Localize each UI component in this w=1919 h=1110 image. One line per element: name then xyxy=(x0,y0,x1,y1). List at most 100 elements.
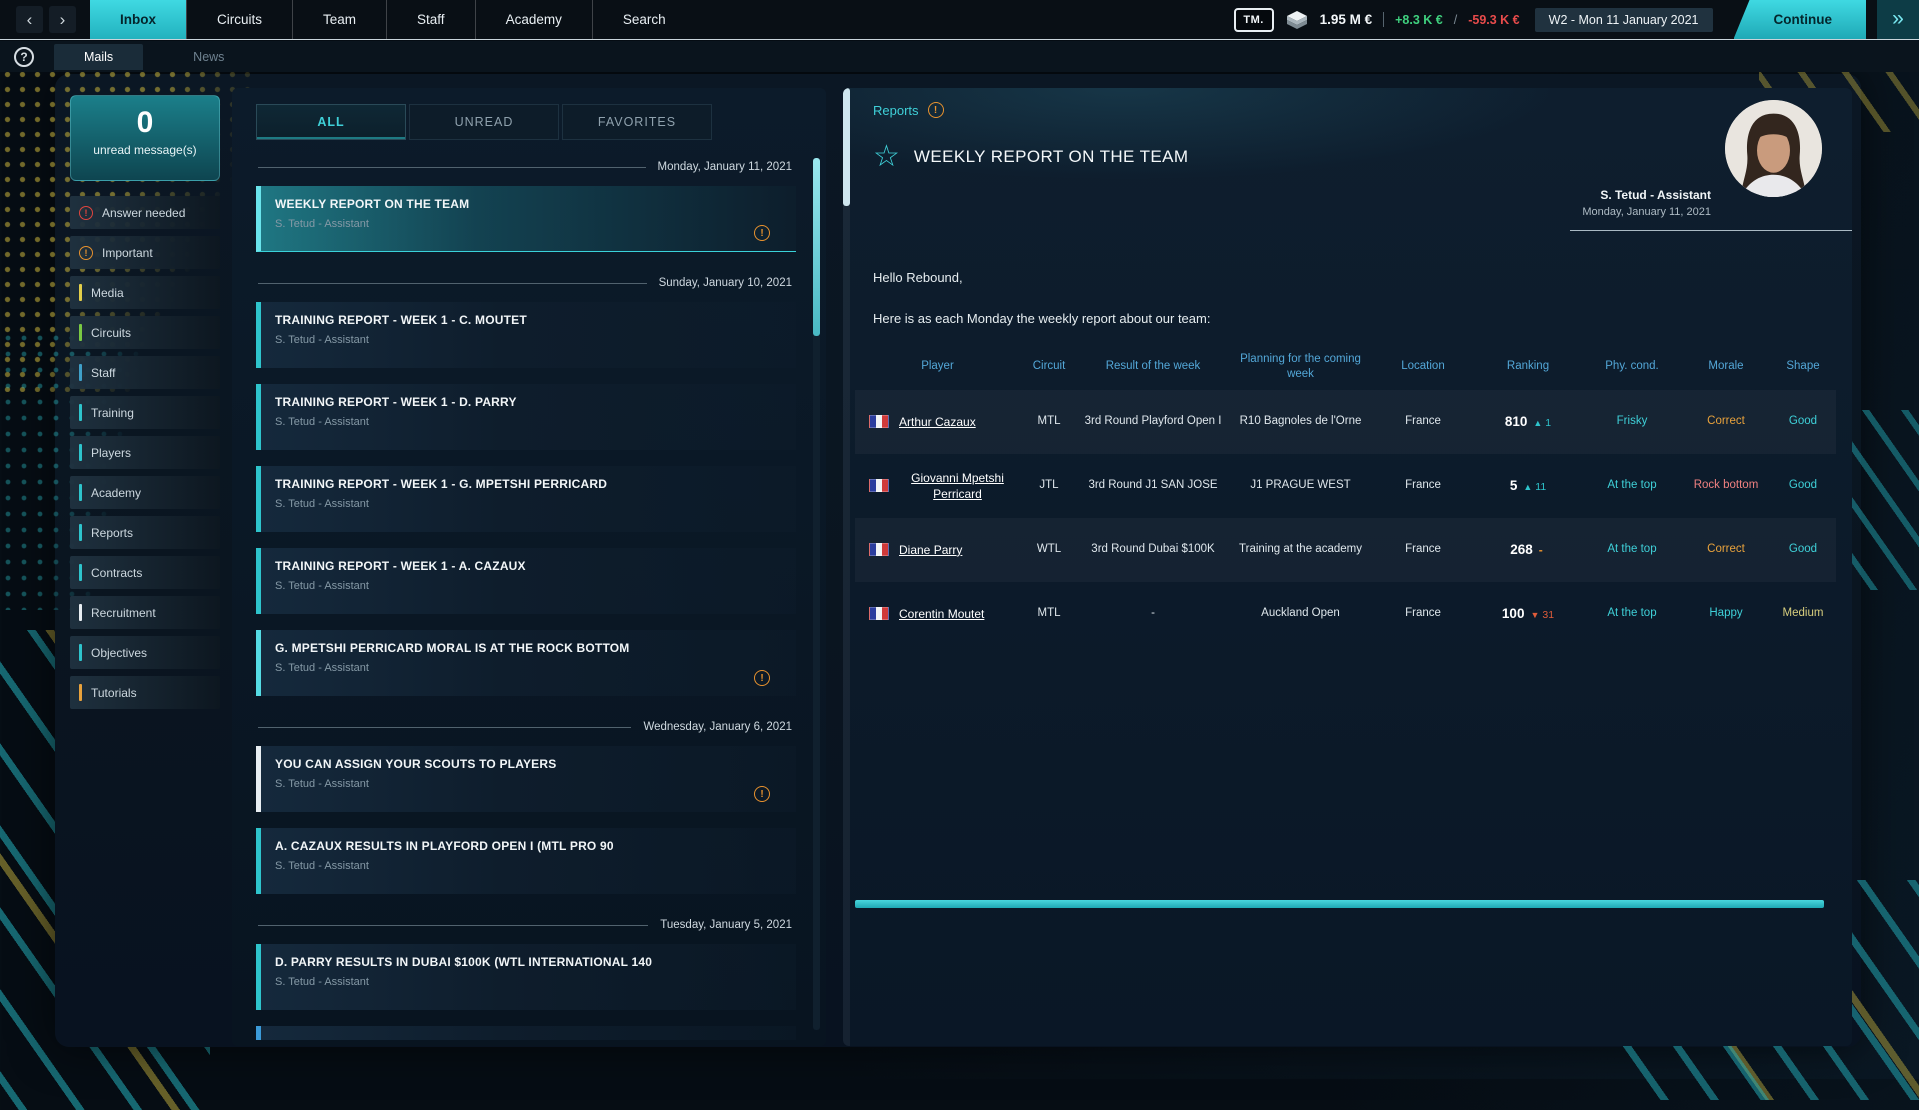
filter-academy[interactable]: Academy xyxy=(70,476,220,509)
team-report-table: Player Circuit Result of the week Planni… xyxy=(855,352,1836,646)
report-category-label: Reports xyxy=(873,103,919,118)
circuit-cell: JTL xyxy=(1020,472,1078,500)
category-color-bar xyxy=(79,644,82,661)
category-color-bar xyxy=(79,484,82,501)
filter-recruitment[interactable]: Recruitment xyxy=(70,596,220,629)
filter-circuits[interactable]: Circuits xyxy=(70,316,220,349)
report-greeting: Hello Rebound, xyxy=(873,270,1836,285)
category-color-bar xyxy=(79,564,82,581)
separator-line xyxy=(258,283,647,284)
tab-news[interactable]: News xyxy=(163,44,254,70)
planning-cell: R10 Bagnoles de l'Orne xyxy=(1228,408,1373,436)
tab-mails[interactable]: Mails xyxy=(54,44,143,70)
filter-reports[interactable]: Reports xyxy=(70,516,220,549)
mail-title: D. PARRY RESULTS IN DUBAI $100K (WTL INT… xyxy=(275,955,752,969)
mail-sender: S. Tetud - Assistant xyxy=(275,218,752,230)
mail-sender: S. Tetud - Assistant xyxy=(275,860,752,872)
france-flag-icon xyxy=(869,543,889,556)
ranking-change: 11 xyxy=(1535,481,1546,493)
separator-line xyxy=(258,167,646,168)
mail-list-scrollbar[interactable] xyxy=(813,158,820,1030)
player-cell: Arthur Cazaux xyxy=(855,408,1020,436)
mail-item[interactable]: A. CAZAUX RESULTS IN PLAYFORD OPEN I (MT… xyxy=(256,828,796,894)
mail-item[interactable]: G. MPETSHI PERRICARD MORAL IS AT THE ROC… xyxy=(256,630,796,696)
player-link[interactable]: Corentin Moutet xyxy=(899,606,984,622)
rank-steady-icon xyxy=(1539,546,1543,556)
filter-players[interactable]: Players xyxy=(70,436,220,469)
france-flag-icon xyxy=(869,607,889,620)
category-color-bar xyxy=(79,524,82,541)
player-link[interactable]: Giovanni Mpetshi Perricard xyxy=(899,470,1016,502)
filter-tutorials[interactable]: Tutorials xyxy=(70,676,220,709)
date-separator: Tuesday, January 5, 2021 xyxy=(258,914,792,936)
mail-item[interactable]: TRAINING REPORT - WEEK 1 - G. MPETSHI PE… xyxy=(256,466,796,532)
rank-up-icon xyxy=(1523,482,1532,492)
planning-cell: Auckland Open xyxy=(1228,600,1373,628)
circuit-cell: MTL xyxy=(1020,600,1078,628)
mail-sender: S. Tetud - Assistant xyxy=(275,498,752,510)
continue-button[interactable]: Continue xyxy=(1734,0,1867,39)
alert-icon xyxy=(79,246,93,260)
mail-list-panel: ALL UNREAD FAVORITES Monday, January 11,… xyxy=(232,88,826,1046)
weekly-expense: -59.3 K € xyxy=(1468,13,1519,27)
filter-important[interactable]: Important xyxy=(70,236,220,269)
mail-category-list: Answer needed Important Media Circuits S… xyxy=(70,196,220,716)
mail-item[interactable]: TRAINING REPORT - WEEK 1 - C. MOUTET S. … xyxy=(256,302,796,368)
mail-item[interactable]: WEEKLY REPORT ON THE TEAM S. Tetud - Ass… xyxy=(256,186,796,252)
report-body: Hello Rebound, Here is as each Monday th… xyxy=(843,238,1852,1046)
horizontal-scrollbar[interactable] xyxy=(855,900,1824,908)
game-logo: TM. xyxy=(1234,8,1274,32)
mail-sender: S. Tetud - Assistant xyxy=(275,976,752,988)
shape-cell: Medium xyxy=(1771,600,1835,628)
game-date: W2 - Mon 11 January 2021 xyxy=(1535,8,1713,32)
group-date: Wednesday, January 6, 2021 xyxy=(643,721,792,733)
forward-arrow-icon[interactable] xyxy=(49,6,76,33)
nav-tab-circuits[interactable]: Circuits xyxy=(186,0,292,39)
mail-list-tabs: ALL UNREAD FAVORITES xyxy=(256,104,806,140)
player-cell: Diane Parry xyxy=(855,536,1020,564)
column-header: Result of the week xyxy=(1078,359,1228,374)
scrollbar-thumb[interactable] xyxy=(813,158,820,336)
morale-cell: Happy xyxy=(1681,600,1771,628)
sender-avatar xyxy=(1725,100,1822,197)
filter-answer-needed[interactable]: Answer needed xyxy=(70,196,220,229)
player-link[interactable]: Diane Parry xyxy=(899,542,962,558)
nav-tab-inbox[interactable]: Inbox xyxy=(90,0,186,39)
filter-staff[interactable]: Staff xyxy=(70,356,220,389)
mail-item[interactable]: YOU CAN ASSIGN YOUR SCOUTS TO PLAYERS S.… xyxy=(256,746,796,812)
mail-title: TRAINING REPORT - WEEK 1 - G. MPETSHI PE… xyxy=(275,477,752,491)
mail-item[interactable]: TRAINING REPORT - WEEK 1 - D. PARRY S. T… xyxy=(256,384,796,450)
mail-tab-favorites[interactable]: FAVORITES xyxy=(562,104,712,140)
filter-contracts[interactable]: Contracts xyxy=(70,556,220,589)
mail-title: TRAINING REPORT - WEEK 1 - A. CAZAUX xyxy=(275,559,752,573)
filter-objectives[interactable]: Objectives xyxy=(70,636,220,669)
player-cell: Giovanni Mpetshi Perricard xyxy=(855,464,1020,508)
filter-training[interactable]: Training xyxy=(70,396,220,429)
nav-tab-team[interactable]: Team xyxy=(292,0,386,39)
column-header: Ranking xyxy=(1473,359,1583,374)
nav-tab-search[interactable]: Search xyxy=(592,0,696,39)
favorite-star-icon[interactable] xyxy=(873,142,900,172)
mail-item[interactable]: D. PARRY RESULTS IN DUBAI $100K (WTL INT… xyxy=(256,944,796,1010)
column-header: Phy. cond. xyxy=(1583,359,1681,374)
help-icon[interactable] xyxy=(14,47,34,67)
nav-tab-academy[interactable]: Academy xyxy=(475,0,592,39)
mail-item[interactable]: TRAINING REPORT - WEEK 1 - A. CAZAUX S. … xyxy=(256,548,796,614)
filter-label: Staff xyxy=(91,366,115,380)
column-header: Shape xyxy=(1771,359,1835,374)
nav-tab-staff[interactable]: Staff xyxy=(386,0,475,39)
planning-cell: J1 PRAGUE WEST xyxy=(1228,472,1373,500)
filter-media[interactable]: Media xyxy=(70,276,220,309)
player-link[interactable]: Arthur Cazaux xyxy=(899,414,976,430)
mail-tab-all[interactable]: ALL xyxy=(256,104,406,140)
mail-tab-unread[interactable]: UNREAD xyxy=(409,104,559,140)
report-category-row: Reports xyxy=(873,102,1828,118)
mail-item-clipped[interactable] xyxy=(256,1026,796,1040)
back-arrow-icon[interactable] xyxy=(16,6,43,33)
mail-filter-sidebar: 0 unread message(s) Answer needed Import… xyxy=(70,95,220,716)
location-cell: France xyxy=(1373,472,1473,500)
ranking-cell: 10031 xyxy=(1473,599,1583,630)
fast-forward-icon[interactable] xyxy=(1877,0,1919,39)
report-title: WEEKLY REPORT ON THE TEAM xyxy=(914,147,1189,167)
location-cell: France xyxy=(1373,600,1473,628)
